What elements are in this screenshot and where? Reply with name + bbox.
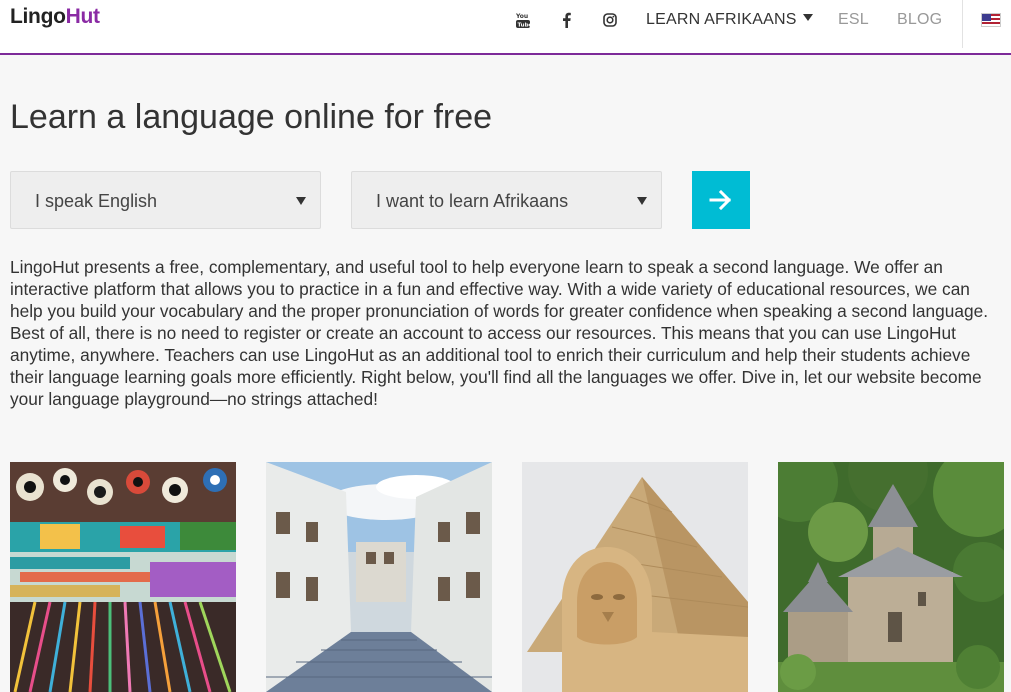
header-divider [962,0,963,48]
dropdown-arrow-icon [637,197,647,205]
nav-blog[interactable]: BLOG [897,11,942,29]
youtube-icon[interactable]: You Tube [514,10,532,30]
learn-language-select[interactable]: I want to learn Afrikaans [351,171,662,229]
speak-language-select[interactable]: I speak English [10,171,321,229]
us-flag-icon[interactable] [981,13,1001,27]
go-button[interactable] [692,171,750,229]
dropdown-arrow-icon [296,197,306,205]
intro-paragraph: LingoHut presents a free, complementary,… [10,257,988,409]
chevron-down-icon [802,14,813,22]
logo-text-lingo: Lingo [10,5,66,28]
nav-learn-label: LEARN AFRIKAANS [646,11,797,28]
arrow-right-icon [709,190,732,210]
logo[interactable]: LingoHut [10,5,100,29]
page-title: Learn a language online for free [10,98,493,136]
facebook-icon[interactable] [559,10,573,30]
svg-text:Tube: Tube [518,23,531,29]
site-header: LingoHut You Tube LEARN AFRIKAANS ESL BL… [0,0,1011,55]
instagram-icon[interactable] [602,10,618,30]
speak-select-value: I speak English [35,191,158,211]
cobblestone-street-photo[interactable] [266,462,492,692]
sphinx-pyramid-photo[interactable] [522,462,748,692]
nav-learn-afrikaans[interactable]: LEARN AFRIKAANS [646,11,813,29]
learn-select-value: I want to learn Afrikaans [376,191,569,211]
logo-text-hut: Hut [65,5,100,28]
nav-esl[interactable]: ESL [838,11,869,29]
stone-monastery-photo[interactable] [778,462,1004,692]
market-beads-photo[interactable] [10,462,236,692]
svg-text:You: You [516,13,528,20]
